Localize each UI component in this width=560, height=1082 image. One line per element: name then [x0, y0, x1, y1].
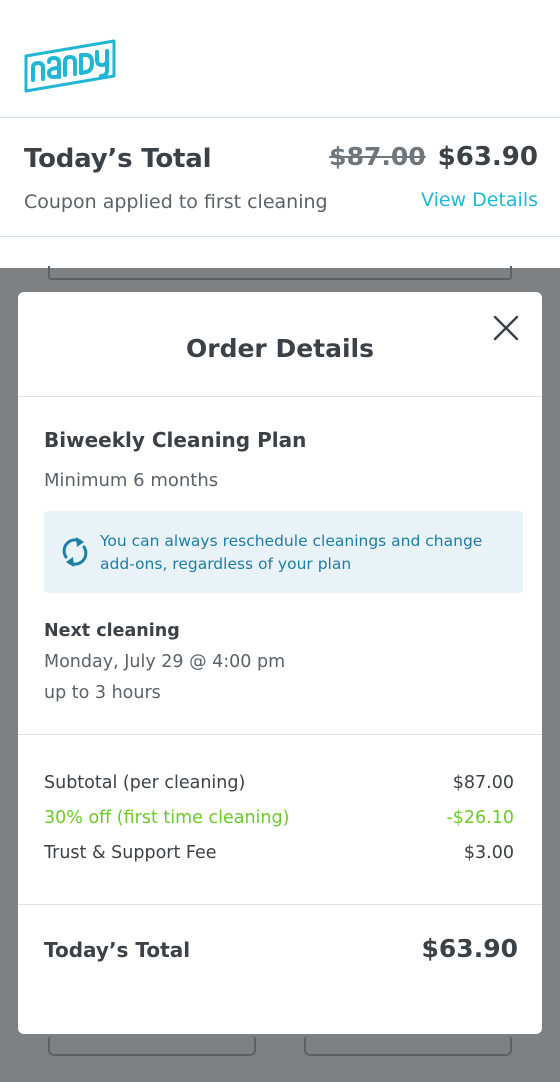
line-item-discount: 30% off (first time cleaning) -$26.10: [44, 808, 514, 828]
line-item-label: Subtotal (per cleaning): [44, 773, 246, 793]
next-cleaning-date: Monday, July 29 @ 4:00 pm: [44, 652, 286, 672]
order-details-modal: Order Details Biweekly Cleaning Plan Min…: [18, 292, 542, 1034]
modal-total-label: Today’s Total: [44, 938, 191, 962]
modal-total-value: $63.90: [421, 934, 518, 963]
app-header: handy: [0, 0, 560, 118]
next-cleaning-label: Next cleaning: [44, 621, 180, 641]
line-item-value: $87.00: [452, 773, 514, 793]
order-summary-bar: Today’s Total $87.00 $63.90 Coupon appli…: [0, 118, 560, 237]
plan-name: Biweekly Cleaning Plan: [44, 428, 307, 452]
background-button-left: [48, 1036, 256, 1056]
background-card-edge: [48, 266, 512, 280]
close-icon[interactable]: [492, 314, 520, 342]
divider: [18, 734, 542, 735]
coupon-note: Coupon applied to first cleaning: [24, 191, 328, 213]
divider: [18, 396, 542, 397]
divider: [18, 904, 542, 905]
todays-total-title: Today’s Total: [24, 144, 212, 174]
refresh-icon: [62, 537, 88, 567]
line-item-fee: Trust & Support Fee $3.00: [44, 843, 514, 863]
handy-logo[interactable]: handy: [24, 38, 116, 98]
line-item-label: 30% off (first time cleaning): [44, 808, 290, 828]
line-item-label: Trust & Support Fee: [44, 843, 217, 863]
modal-title: Order Details: [185, 334, 374, 363]
original-price: $87.00: [329, 142, 426, 171]
reschedule-info-box: You can always reschedule cleanings and …: [44, 511, 523, 593]
plan-minimum: Minimum 6 months: [44, 470, 219, 491]
line-item-value: $3.00: [463, 843, 514, 863]
reschedule-info-text: You can always reschedule cleanings and …: [100, 532, 483, 573]
next-cleaning-duration: up to 3 hours: [44, 683, 161, 703]
line-item-value: -$26.10: [446, 808, 514, 828]
discounted-price: $63.90: [437, 142, 538, 172]
background-button-right: [304, 1036, 512, 1056]
line-item-subtotal: Subtotal (per cleaning) $87.00: [44, 773, 514, 793]
price-group: $87.00 $63.90: [329, 142, 538, 172]
view-details-link[interactable]: View Details: [421, 189, 538, 211]
